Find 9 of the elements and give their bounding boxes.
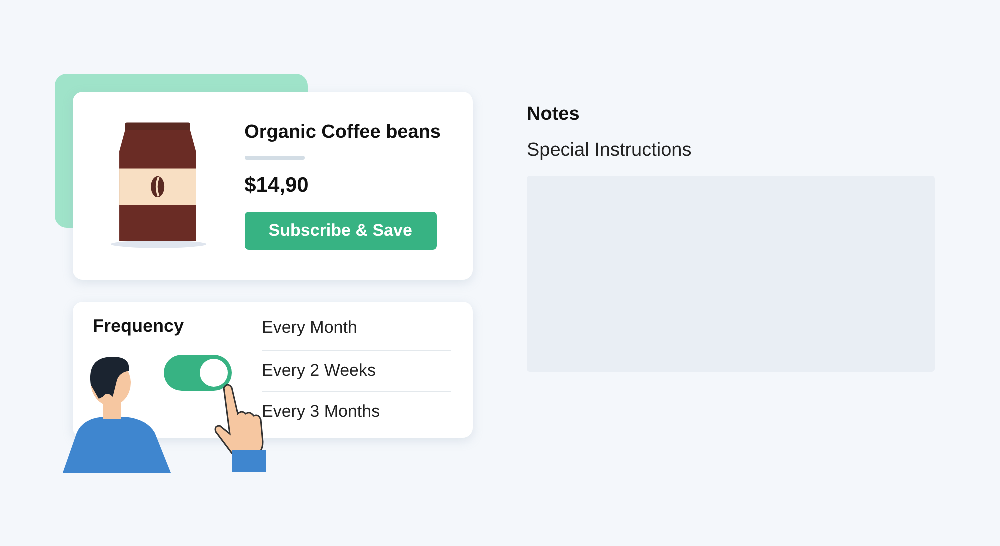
toggle-switch[interactable]: [164, 355, 232, 391]
product-name: Organic Coffee beans: [244, 122, 441, 144]
product-price: $14,90: [244, 174, 310, 198]
frequency-option[interactable]: Every 2 Weeks: [262, 350, 451, 391]
frequency-option[interactable]: Every Month: [262, 316, 451, 350]
frequency-option[interactable]: Every 3 Months: [262, 391, 451, 432]
frequency-title: Frequency: [93, 316, 186, 337]
notes-title: Notes: [527, 104, 581, 126]
instructions-label: Special Instructions: [527, 140, 693, 162]
